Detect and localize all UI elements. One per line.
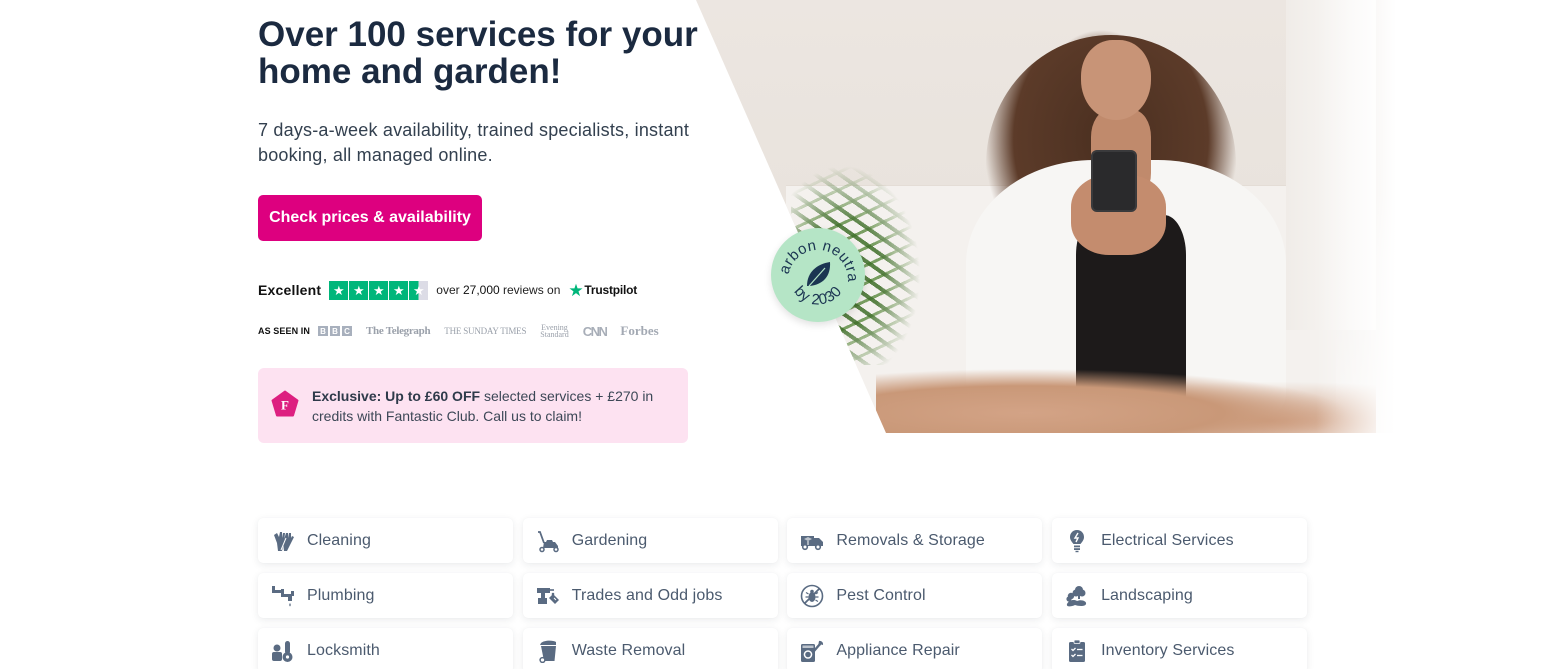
wheelie-bin-icon bbox=[536, 639, 560, 663]
reviews-prefix: over bbox=[436, 283, 460, 297]
trustpilot-logo[interactable]: ★ Trustpilot bbox=[568, 282, 637, 299]
trustpilot-brand: Trustpilot bbox=[584, 283, 638, 297]
cnn-logo: CNN bbox=[582, 323, 608, 339]
star-icon: ★ bbox=[369, 280, 389, 300]
fantastic-club-promo: F Exclusive: Up to £60 OFF selected serv… bbox=[258, 368, 688, 443]
trustpilot-widget[interactable]: Excellent ★ ★ ★ ★ ★ over 27,000 reviews … bbox=[258, 280, 637, 300]
key-lock-icon bbox=[271, 639, 295, 663]
trustpilot-star-icon: ★ bbox=[568, 280, 584, 300]
leaf-icon bbox=[807, 262, 831, 287]
service-label: Removals & Storage bbox=[836, 531, 985, 549]
service-card-gardening[interactable]: Gardening bbox=[522, 518, 778, 563]
service-card-appliance-repair[interactable]: Appliance Repair bbox=[787, 628, 1043, 669]
moving-van-icon bbox=[800, 529, 824, 553]
clipboard-check-icon bbox=[1065, 639, 1089, 663]
trustpilot-review-count: over 27,000 reviews on bbox=[436, 283, 560, 297]
service-card-cleaning[interactable]: Cleaning bbox=[258, 518, 513, 563]
as-seen-in-strip: AS SEEN IN BBC The Telegraph THE SUNDAY … bbox=[258, 322, 659, 340]
service-card-electrical-services[interactable]: Electrical Services bbox=[1052, 518, 1308, 563]
lightbulb-icon bbox=[1065, 529, 1089, 553]
hero-image-fade bbox=[1316, 0, 1396, 433]
telegraph-logo: The Telegraph bbox=[366, 325, 431, 337]
as-seen-in-label: AS SEEN IN bbox=[258, 326, 311, 336]
service-card-plumbing[interactable]: Plumbing bbox=[258, 573, 513, 618]
service-card-inventory-services[interactable]: Inventory Services bbox=[1052, 628, 1308, 669]
service-card-locksmith[interactable]: Locksmith bbox=[258, 628, 513, 669]
service-label: Plumbing bbox=[307, 586, 375, 604]
service-card-landscaping[interactable]: Landscaping bbox=[1052, 573, 1308, 618]
services-grid: Cleaning Gardening Removals & Storage El… bbox=[258, 518, 1308, 669]
fantastic-club-icon: F bbox=[271, 390, 299, 417]
lawn-mower-icon bbox=[536, 529, 560, 553]
trustpilot-stars: ★ ★ ★ ★ ★ bbox=[329, 280, 429, 300]
hero-image-phone bbox=[1091, 150, 1137, 212]
gloves-icon bbox=[271, 529, 295, 553]
hero-title: Over 100 services for your home and gard… bbox=[258, 15, 698, 91]
service-label: Waste Removal bbox=[571, 641, 686, 659]
promo-text: Exclusive: Up to £60 OFF selected servic… bbox=[312, 386, 667, 426]
reviews-suffix: reviews on bbox=[503, 283, 561, 297]
drill-icon bbox=[536, 584, 560, 608]
bbc-logo: BBC bbox=[318, 326, 353, 336]
service-label: Gardening bbox=[571, 531, 648, 549]
hero-image-person-legs bbox=[876, 365, 1376, 433]
washing-machine-wrench-icon bbox=[800, 639, 824, 663]
carbon-neutral-badge: Carbon neutral by 2030 bbox=[771, 228, 865, 322]
svg-text:F: F bbox=[281, 398, 289, 413]
service-label: Pest Control bbox=[836, 586, 926, 604]
star-icon: ★ bbox=[349, 280, 369, 300]
trees-icon bbox=[1065, 584, 1089, 608]
carbon-neutral-badge-graphic: Carbon neutral by 2030 bbox=[771, 228, 861, 309]
star-icon: ★ bbox=[389, 280, 409, 300]
pipe-icon bbox=[271, 584, 295, 608]
service-label: Locksmith bbox=[307, 641, 380, 659]
hero-image-person-face bbox=[1081, 40, 1151, 120]
sunday-times-logo: THE SUNDAY TIMES bbox=[444, 326, 527, 336]
service-label: Cleaning bbox=[307, 531, 371, 549]
promo-bold-text: Exclusive: Up to £60 OFF bbox=[312, 388, 481, 404]
star-icon: ★ bbox=[329, 280, 349, 300]
service-label: Inventory Services bbox=[1101, 641, 1235, 659]
service-card-pest-control[interactable]: Pest Control bbox=[787, 573, 1043, 618]
service-card-trades-odd-jobs[interactable]: Trades and Odd jobs bbox=[522, 573, 778, 618]
badge-text-bottom: by 2030 bbox=[791, 283, 846, 309]
hero-image bbox=[696, 0, 1396, 433]
reviews-count: 27,000 bbox=[462, 283, 500, 297]
service-label: Landscaping bbox=[1101, 586, 1193, 604]
half-star-icon: ★ bbox=[409, 280, 429, 300]
check-prices-button[interactable]: Check prices & availability bbox=[258, 195, 482, 241]
evening-standard-logo: Evening Standard bbox=[540, 323, 569, 339]
forbes-logo: Forbes bbox=[620, 323, 659, 338]
no-bug-icon bbox=[800, 584, 824, 608]
service-card-removals-storage[interactable]: Removals & Storage bbox=[787, 518, 1043, 563]
service-label: Trades and Odd jobs bbox=[571, 586, 723, 604]
service-label: Electrical Services bbox=[1101, 531, 1234, 549]
service-label: Appliance Repair bbox=[836, 641, 960, 659]
service-card-waste-removal[interactable]: Waste Removal bbox=[522, 628, 778, 669]
hero-subtitle: 7 days-a-week availability, trained spec… bbox=[258, 120, 690, 165]
trustpilot-rating-label: Excellent bbox=[258, 282, 322, 298]
